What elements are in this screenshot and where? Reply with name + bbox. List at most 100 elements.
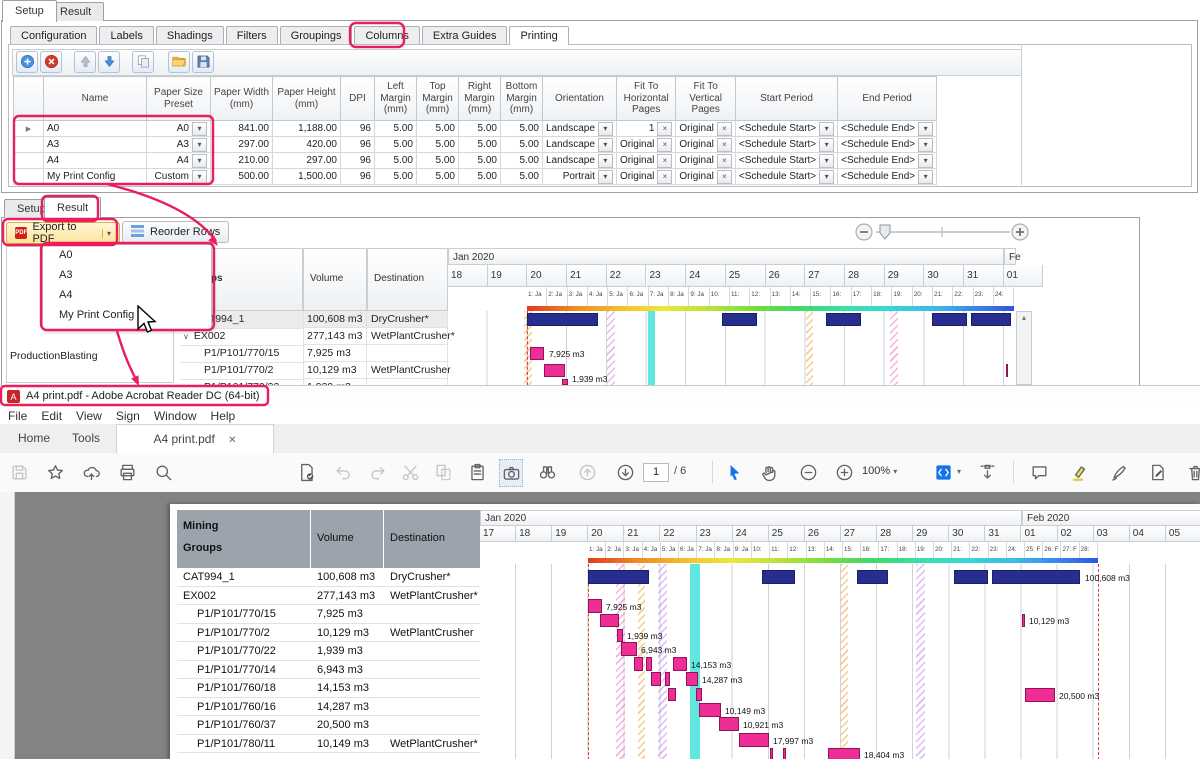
- cell-fit_v[interactable]: Original×: [676, 137, 735, 153]
- menu-file[interactable]: File: [8, 408, 27, 425]
- grid-row[interactable]: P1/P101/770/210,129 m3WetPlantCrusher: [180, 362, 448, 379]
- menu-view[interactable]: View: [76, 408, 102, 425]
- cell-group[interactable]: P1/P101/770/15: [180, 345, 304, 363]
- cell-dpi[interactable]: 96: [341, 121, 375, 137]
- cell-name[interactable]: My Print Config: [44, 169, 147, 185]
- cell-group[interactable]: P1/P101/770/2: [180, 362, 304, 380]
- cell-volume[interactable]: 10,129 m3: [303, 362, 367, 379]
- gantt-bar-pink[interactable]: [544, 364, 565, 377]
- subtab-extra-guides[interactable]: Extra Guides: [422, 26, 508, 45]
- cell-left[interactable]: 5.00: [375, 169, 417, 185]
- cell-top[interactable]: 5.00: [417, 153, 459, 169]
- fit-page-button[interactable]: [932, 459, 954, 485]
- cell-left[interactable]: 5.00: [375, 153, 417, 169]
- request-sign-button[interactable]: [295, 459, 317, 485]
- open-button[interactable]: [168, 51, 190, 73]
- cell-dpi[interactable]: 96: [341, 137, 375, 153]
- gantt-bar-pink[interactable]: [1006, 364, 1008, 377]
- print-button[interactable]: [116, 459, 138, 485]
- cell-end[interactable]: <Schedule End>▾: [838, 121, 937, 137]
- cell-paper_width[interactable]: 841.00: [211, 121, 273, 137]
- subtab-configuration[interactable]: Configuration: [10, 26, 97, 45]
- cell-name[interactable]: A4: [44, 153, 147, 169]
- subtab-columns[interactable]: Columns: [354, 26, 419, 45]
- cell-paper_height[interactable]: 1,188.00: [273, 121, 341, 137]
- cell-fit_h[interactable]: 1×: [616, 121, 675, 137]
- cell-group[interactable]: ∨EX002: [180, 328, 304, 346]
- grid-column-header-destination[interactable]: Destination: [367, 248, 448, 311]
- comment-button[interactable]: [1028, 459, 1050, 485]
- cell-destination[interactable]: WetPlantCrusher: [367, 362, 448, 379]
- subtab-filters[interactable]: Filters: [226, 26, 278, 45]
- highlight-button[interactable]: [1068, 459, 1090, 485]
- clipboard-button[interactable]: [466, 459, 488, 485]
- subtab-labels[interactable]: Labels: [99, 26, 153, 45]
- cell-right[interactable]: 5.00: [459, 137, 501, 153]
- menu-edit[interactable]: Edit: [41, 408, 62, 425]
- cell-left[interactable]: 5.00: [375, 121, 417, 137]
- dropdown-item-a4[interactable]: A4: [43, 285, 211, 305]
- export-pdf-button[interactable]: PDF Export to PDF ▾: [6, 221, 120, 244]
- tab-setup[interactable]: Setup: [2, 0, 57, 22]
- cell-paper_height[interactable]: 297.00: [273, 153, 341, 169]
- pdf-side-strip[interactable]: [0, 492, 15, 759]
- cell-volume[interactable]: 7,925 m3: [303, 345, 367, 362]
- side-panel-item[interactable]: ProductionBlasting: [10, 350, 98, 362]
- grid-row[interactable]: CAT994_1100,608 m3DryCrusher*: [180, 311, 448, 328]
- cell-end[interactable]: <Schedule End>▾: [838, 153, 937, 169]
- grid-row[interactable]: ∨EX002277,143 m3WetPlantCrusher*: [180, 328, 448, 345]
- cell-name[interactable]: A0: [44, 121, 147, 137]
- cell-fit_v[interactable]: Original×: [676, 121, 735, 137]
- cell-orientation[interactable]: Landscape▾: [543, 121, 617, 137]
- cell-right[interactable]: 5.00: [459, 153, 501, 169]
- cell-name[interactable]: A3: [44, 137, 147, 153]
- tab-document[interactable]: A4 print.pdf ✕: [116, 424, 274, 453]
- row-expander-icon[interactable]: ∨: [183, 332, 189, 341]
- cell-preset[interactable]: A3▾: [147, 137, 211, 153]
- cell-paper_width[interactable]: 297.00: [211, 137, 273, 153]
- cell-preset[interactable]: A0▾: [147, 121, 211, 137]
- gantt-bar-navy[interactable]: [932, 313, 967, 326]
- dropdown-item-my-print-config[interactable]: My Print Config: [43, 305, 211, 325]
- gantt-bar-navy[interactable]: [527, 313, 598, 326]
- cell-top[interactable]: 5.00: [417, 121, 459, 137]
- cell-start[interactable]: <Schedule Start>▾: [735, 121, 837, 137]
- cell-start[interactable]: <Schedule Start>▾: [735, 153, 837, 169]
- menu-sign[interactable]: Sign: [116, 408, 140, 425]
- cell-end[interactable]: <Schedule End>▾: [838, 169, 937, 185]
- select-arrow-button[interactable]: [723, 459, 745, 485]
- cell-right[interactable]: 5.00: [459, 121, 501, 137]
- fit-dropdown-arrow-icon[interactable]: ▾: [957, 467, 961, 476]
- subtab-printing[interactable]: Printing: [509, 26, 568, 45]
- cell-preset[interactable]: Custom▾: [147, 169, 211, 185]
- cell-left[interactable]: 5.00: [375, 137, 417, 153]
- star-button[interactable]: [44, 459, 66, 485]
- gantt-bar-pink[interactable]: [530, 347, 544, 360]
- cell-start[interactable]: <Schedule Start>▾: [735, 169, 837, 185]
- cell-start[interactable]: <Schedule Start>▾: [735, 137, 837, 153]
- tab-close-icon[interactable]: ✕: [228, 435, 236, 446]
- delete-button[interactable]: [40, 51, 62, 73]
- cell-dpi[interactable]: 96: [341, 153, 375, 169]
- cell-fit_v[interactable]: Original×: [676, 153, 735, 169]
- tab-result-2[interactable]: Result: [44, 197, 101, 219]
- zoom-out-button[interactable]: [797, 459, 819, 485]
- binoculars-button[interactable]: [536, 459, 558, 485]
- cell-fit_h[interactable]: Original×: [616, 169, 675, 185]
- cell-paper_width[interactable]: 500.00: [211, 169, 273, 185]
- export-dropdown-arrow-icon[interactable]: ▾: [102, 229, 111, 238]
- search-button[interactable]: [152, 459, 174, 485]
- dropdown-item-a0[interactable]: A0: [43, 245, 211, 265]
- tab-tools[interactable]: Tools: [58, 424, 114, 452]
- move-down-button[interactable]: [98, 51, 120, 73]
- cell-volume[interactable]: 277,143 m3: [303, 328, 367, 345]
- gantt-vertical-scrollbar[interactable]: ▲: [1016, 311, 1032, 385]
- cell-paper_width[interactable]: 210.00: [211, 153, 273, 169]
- sign-ink-button[interactable]: [1108, 459, 1130, 485]
- gantt-bar-navy[interactable]: [826, 313, 861, 326]
- gantt-bar-navy[interactable]: [722, 313, 757, 326]
- cell-destination[interactable]: [367, 345, 448, 362]
- cell-destination[interactable]: WetPlantCrusher*: [367, 328, 448, 345]
- gantt-bar-navy[interactable]: [971, 313, 1011, 326]
- cell-orientation[interactable]: Landscape▾: [543, 137, 617, 153]
